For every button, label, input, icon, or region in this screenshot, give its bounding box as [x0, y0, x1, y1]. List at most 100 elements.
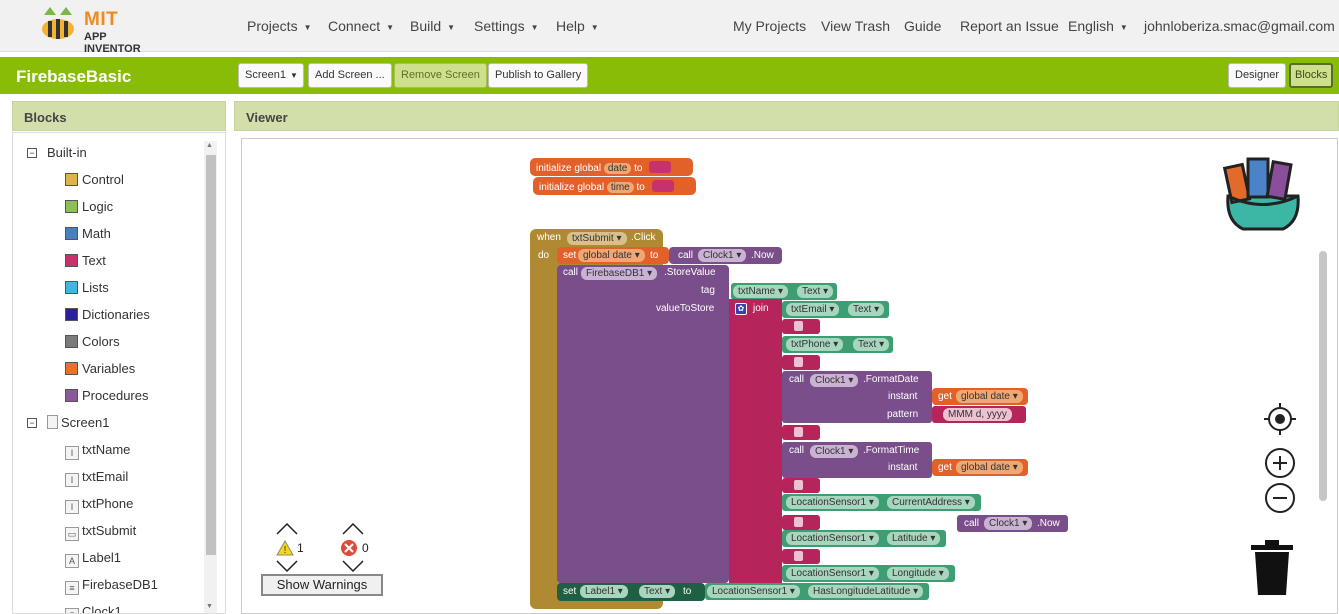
link-guide[interactable]: Guide: [904, 18, 941, 34]
blocks-button[interactable]: Blocks: [1289, 63, 1334, 88]
menu-connect[interactable]: Connect ▼: [328, 18, 394, 34]
builtin-text[interactable]: Text: [65, 253, 106, 268]
init-global-date-block[interactable]: initialize global date to: [530, 158, 693, 176]
screen-select[interactable]: Screen1 ▼: [238, 63, 304, 88]
builtin-logic[interactable]: Logic: [65, 199, 113, 214]
collapse-icon[interactable]: −: [27, 418, 37, 428]
separator-text-block[interactable]: [782, 425, 820, 440]
recenter-icon[interactable]: [1264, 403, 1296, 435]
trash-icon[interactable]: [1249, 539, 1295, 597]
blocks-workspace[interactable]: initialize global date to initialize glo…: [241, 138, 1338, 614]
text-value-slot[interactable]: [794, 517, 803, 527]
component-label1[interactable]: A Label1: [65, 550, 121, 568]
menu-language[interactable]: English ▼: [1068, 18, 1128, 34]
component-txtphone[interactable]: ItxtPhone: [65, 496, 133, 514]
menu-settings[interactable]: Settings ▼: [474, 18, 539, 34]
label1-dropdown[interactable]: Label1 ▾: [580, 585, 628, 598]
backpack-icon[interactable]: [1218, 151, 1308, 236]
text-value-slot[interactable]: [794, 551, 803, 561]
global-date-dropdown[interactable]: global date ▾: [956, 390, 1023, 403]
text-property-dropdown[interactable]: Text ▾: [848, 303, 885, 316]
menu-build[interactable]: Build ▼: [410, 18, 455, 34]
show-warnings-button[interactable]: Show Warnings: [261, 574, 383, 596]
component-clock1[interactable]: ◷Clock1: [65, 604, 122, 613]
remove-screen-button[interactable]: Remove Screen: [394, 63, 487, 88]
tree-screen1[interactable]: − Screen1: [27, 415, 109, 430]
errors-down-arrow-icon[interactable]: [342, 560, 364, 572]
link-report-issue[interactable]: Report an Issue: [960, 18, 1059, 34]
component-txtname[interactable]: ItxtName: [65, 442, 130, 460]
location-dropdown[interactable]: LocationSensor1 ▾: [786, 496, 879, 509]
text-value-slot[interactable]: [794, 321, 803, 331]
zoom-out-icon[interactable]: [1264, 482, 1296, 514]
txtphone-dropdown[interactable]: txtPhone ▾: [786, 338, 844, 351]
txtname-dropdown[interactable]: txtName ▾: [733, 285, 789, 298]
errors-up-arrow-icon[interactable]: [342, 523, 364, 535]
separator-text-block[interactable]: [782, 319, 820, 334]
separator-text-block[interactable]: [782, 478, 820, 493]
global-date-dropdown[interactable]: global date ▾: [578, 249, 645, 262]
global-date-dropdown[interactable]: global date ▾: [956, 461, 1023, 474]
component-txtsubmit[interactable]: ▭ txtSubmit: [65, 523, 136, 541]
firebase-dropdown[interactable]: FirebaseDB1 ▾: [581, 267, 658, 280]
builtin-procedures[interactable]: Procedures: [65, 388, 148, 403]
empty-text-block[interactable]: [649, 161, 672, 173]
builtin-colors[interactable]: Colors: [65, 334, 120, 349]
builtin-lists[interactable]: Lists: [65, 280, 109, 295]
text-value-slot[interactable]: [794, 480, 803, 490]
clock-dropdown[interactable]: Clock1 ▾: [698, 249, 747, 262]
category-label: Text: [82, 253, 106, 268]
text-value-slot[interactable]: [794, 427, 803, 437]
builtin-dictionaries[interactable]: Dictionaries: [65, 307, 150, 322]
currentaddress-dropdown[interactable]: CurrentAddress ▾: [887, 496, 975, 509]
component-txtemail[interactable]: ItxtEmail: [65, 469, 128, 487]
haslonglat-dropdown[interactable]: HasLongitudeLatitude ▾: [808, 585, 924, 598]
tree-builtin[interactable]: − Built-in: [27, 145, 87, 160]
var-name-date[interactable]: date: [603, 163, 632, 174]
add-screen-button[interactable]: Add Screen ...: [308, 63, 392, 88]
link-view-trash[interactable]: View Trash: [821, 18, 890, 34]
designer-button[interactable]: Designer: [1228, 63, 1287, 88]
separator-text-block[interactable]: [782, 355, 820, 370]
mutator-gear-icon[interactable]: ✿: [735, 303, 747, 315]
empty-text-block[interactable]: [651, 180, 674, 192]
join-block[interactable]: [729, 299, 782, 584]
location-dropdown[interactable]: LocationSensor1 ▾: [786, 532, 879, 545]
app-inventor-logo[interactable]: MIT APP INVENTOR: [36, 5, 166, 55]
pattern-value[interactable]: MMM d, yyyy: [943, 408, 1012, 421]
separator-text-block[interactable]: [782, 515, 820, 530]
menu-account[interactable]: johnloberiza.smac@gmail.com▼: [1144, 18, 1339, 34]
clock-dropdown[interactable]: Clock1 ▾: [810, 445, 859, 458]
component-dropdown[interactable]: txtSubmit ▾: [567, 232, 627, 245]
var-name-time[interactable]: time: [606, 182, 634, 193]
menu-projects[interactable]: Projects ▼: [247, 18, 312, 34]
clock-dropdown[interactable]: Clock1 ▾: [810, 374, 859, 387]
scroll-up-icon[interactable]: ▲: [206, 142, 213, 149]
menu-help[interactable]: Help ▼: [556, 18, 599, 34]
collapse-icon[interactable]: −: [27, 148, 37, 158]
separator-text-block[interactable]: [782, 549, 820, 564]
warnings-down-arrow-icon[interactable]: [276, 560, 298, 572]
location-dropdown[interactable]: LocationSensor1 ▾: [707, 585, 800, 598]
text-property-dropdown[interactable]: Text ▾: [853, 338, 890, 351]
latitude-dropdown[interactable]: Latitude ▾: [887, 532, 941, 545]
builtin-control[interactable]: Control: [65, 172, 124, 187]
workspace-scrollbar[interactable]: [1319, 251, 1327, 501]
builtin-variables[interactable]: Variables: [65, 361, 135, 376]
clock-dropdown[interactable]: Clock1 ▾: [984, 517, 1033, 530]
text-property-dropdown[interactable]: Text ▾: [797, 285, 834, 298]
text-value-slot[interactable]: [794, 357, 803, 367]
builtin-math[interactable]: Math: [65, 226, 111, 241]
txtemail-dropdown[interactable]: txtEmail ▾: [786, 303, 840, 316]
blocks-scrollbar-thumb[interactable]: [206, 155, 216, 555]
scroll-down-icon[interactable]: ▼: [206, 603, 213, 610]
link-my-projects[interactable]: My Projects: [733, 18, 806, 34]
longitude-dropdown[interactable]: Longitude ▾: [887, 567, 949, 580]
location-dropdown[interactable]: LocationSensor1 ▾: [786, 567, 879, 580]
publish-gallery-button[interactable]: Publish to Gallery: [488, 63, 589, 88]
component-firebasedb1[interactable]: ≡ FirebaseDB1: [65, 577, 158, 595]
text-property-dropdown[interactable]: Text ▾: [639, 585, 676, 598]
warnings-up-arrow-icon[interactable]: [276, 523, 298, 535]
zoom-in-icon[interactable]: [1264, 447, 1296, 479]
init-global-time-block[interactable]: initialize global time to: [533, 177, 696, 195]
